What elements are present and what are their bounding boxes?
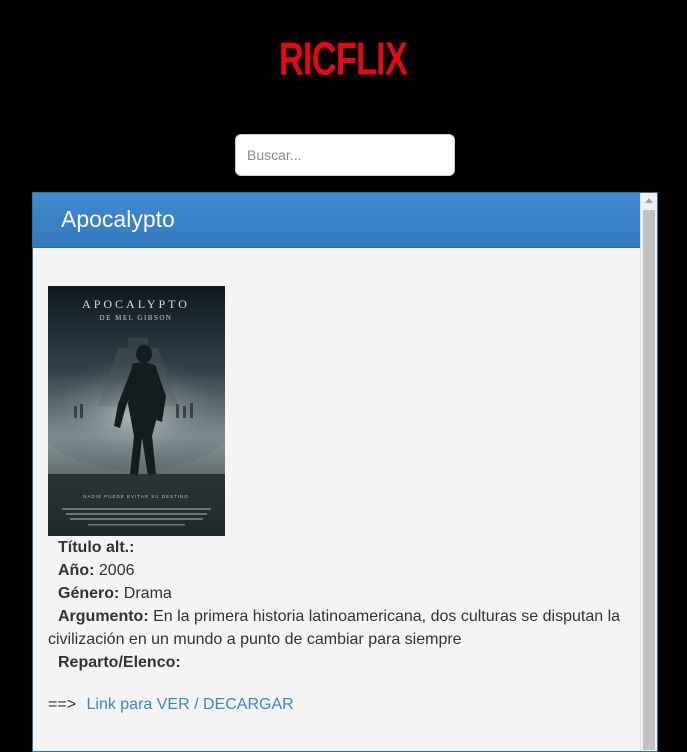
panel-header: Apocalypto bbox=[33, 193, 641, 248]
poster-tagline: NADIE PUEDE EVITAR SU DESTINO bbox=[83, 494, 188, 499]
year-row: Año: 2006 bbox=[48, 559, 628, 582]
poster-title: APOCALYPTO bbox=[82, 297, 190, 311]
scroll-thumb[interactable] bbox=[643, 210, 655, 750]
logo-container: RICFLIX bbox=[0, 34, 687, 85]
genre-value: Drama bbox=[123, 585, 172, 602]
plot-label: Argumento: bbox=[58, 608, 149, 625]
movie-panel: Apocalypto APOCALYPTO DE MEL GIBSON NADI… bbox=[32, 192, 658, 752]
alt-title-row: Título alt.: bbox=[48, 536, 628, 559]
ricflix-logo[interactable]: RICFLIX bbox=[279, 34, 408, 85]
alt-title-label: Título alt.: bbox=[58, 539, 135, 556]
year-value: 2006 bbox=[98, 562, 135, 579]
movie-info: Título alt.: Año: 2006 Género: Drama Arg… bbox=[48, 536, 628, 674]
link-prefix: ==> bbox=[48, 696, 77, 713]
panel-scrollbar[interactable] bbox=[640, 193, 657, 751]
movie-title: Apocalypto bbox=[61, 206, 175, 232]
search-input[interactable] bbox=[235, 134, 455, 176]
plot-row: Argumento: En la primera historia latino… bbox=[48, 605, 628, 651]
movie-poster: APOCALYPTO DE MEL GIBSON NADIE PUEDE EVI… bbox=[48, 286, 225, 536]
year-label: Año: bbox=[58, 562, 95, 579]
cast-row: Reparto/Elenco: bbox=[48, 651, 628, 674]
download-link-row: ==> Link para VER / DECARGAR bbox=[48, 696, 294, 714]
scroll-up-arrow-icon[interactable] bbox=[645, 198, 653, 203]
genre-row: Género: Drama bbox=[48, 582, 628, 605]
cast-label: Reparto/Elenco: bbox=[58, 654, 181, 671]
genre-label: Género: bbox=[58, 585, 120, 602]
watch-download-link[interactable]: Link para VER / DECARGAR bbox=[86, 696, 293, 713]
poster-credit: DE MEL GIBSON bbox=[100, 314, 173, 322]
